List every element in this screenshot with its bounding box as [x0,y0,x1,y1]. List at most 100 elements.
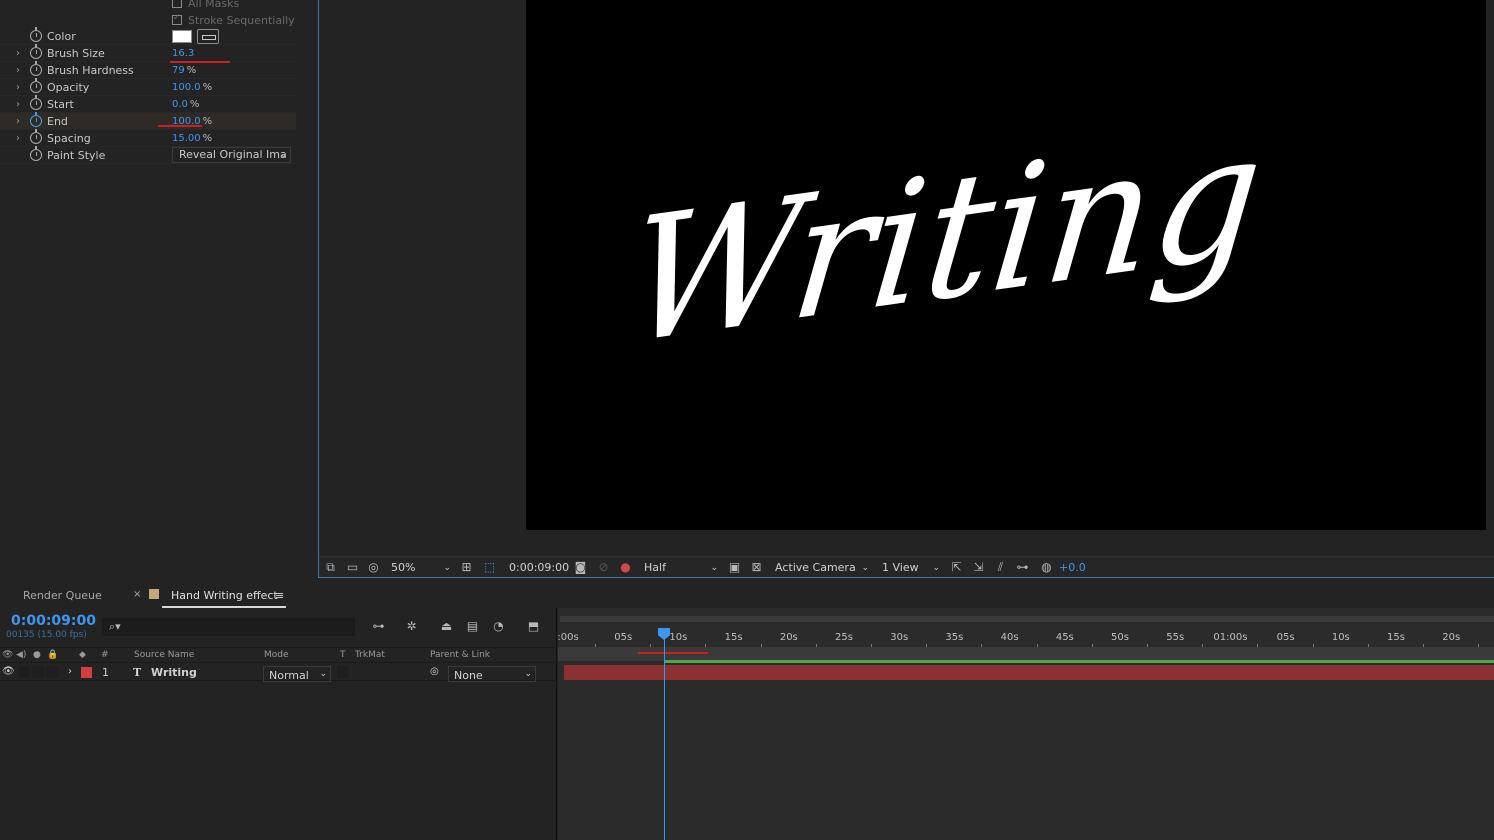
property-value[interactable]: 100.0% [172,82,212,93]
chevron-right-icon[interactable]: › [16,48,20,59]
all-masks-checkbox-row[interactable]: All Masks [172,0,239,11]
property-label: Paint Style [47,148,106,162]
property-label: Brush Size [47,46,105,60]
layer-duration-bar[interactable] [564,665,1494,680]
motion-blur-icon[interactable]: ◔ [492,620,505,633]
stopwatch-icon[interactable] [30,112,42,127]
toggle-pixel-aspect-icon[interactable]: ⇱ [950,561,963,574]
tab-hand-writing-effect[interactable]: Hand Writing effect [171,589,278,602]
layer-label-color[interactable] [81,667,92,678]
transparency-grid-icon[interactable]: ⬚ [483,561,496,574]
audio-icon[interactable]: ◀) [16,650,26,660]
layer-row[interactable]: 👁 › 1 T Writing Normal ⌄ ◎ None ⌄ [0,664,557,682]
property-value[interactable]: 79% [172,65,196,76]
viewer-timecode[interactable]: 0:00:09:00 [509,560,569,576]
color-swatch[interactable] [172,30,192,43]
property-label: Start [47,97,74,111]
pick-whip-icon[interactable]: ◎ [430,666,439,677]
exposure-value[interactable]: +0.0 [1059,560,1089,576]
stopwatch-icon[interactable] [30,61,42,76]
timeline-icon[interactable]: ⫽ [994,561,1007,574]
label-tag-icon[interactable]: ◆ [79,650,86,660]
stopwatch-icon[interactable] [30,27,42,42]
draft-3d-icon[interactable]: ✲ [405,620,418,633]
ruler-tick-label: 15s [1387,632,1405,643]
show-snapshot-icon[interactable]: ⊘ [597,561,610,574]
composition-mini-flowchart-icon[interactable]: ⊶ [372,620,385,633]
parent-dropdown[interactable]: None ⌄ [448,666,536,682]
panel-menu-icon[interactable]: ≡ [275,589,284,602]
chevron-right-icon[interactable]: › [16,65,20,76]
stopwatch-icon[interactable] [30,95,42,110]
ruler-tick-label: 20s [1442,632,1461,643]
chevron-right-icon[interactable]: › [16,133,20,144]
flowchart-icon[interactable]: ⊶ [1016,561,1029,574]
eye-icon[interactable]: 👁 [2,650,13,660]
solo-icon[interactable]: ● [33,650,41,660]
lock-icon[interactable]: 🔒 [47,650,58,660]
grid-guides-icon[interactable]: ⊞ [460,561,473,574]
eyedropper-icon[interactable] [197,29,219,44]
annotation-underline [158,125,202,127]
column-headers: 👁 ◀) ● 🔒 ◆ # Source Name Mode T TrkMat P… [0,647,557,663]
column-source-name[interactable]: Source Name [134,650,194,660]
playhead-line[interactable] [664,628,665,840]
camera-dropdown[interactable]: Active Camera ⌄ [775,560,871,576]
shy-layers-icon[interactable]: ⏏ [440,620,453,633]
ruler-tick-label: 05s [1276,632,1295,643]
color-channels-icon[interactable]: ● [619,561,632,574]
layer-search-input[interactable]: ⌕▾ [102,618,355,636]
magnification-preview-icon[interactable]: ⧉ [324,561,337,574]
ruler-tick-label: 25s [835,632,853,643]
all-masks-checkbox[interactable] [172,0,182,8]
chevron-right-icon[interactable]: › [16,99,20,110]
stopwatch-icon[interactable] [30,78,42,93]
paint-style-dropdown[interactable]: Reveal Original Ima ⌄ [172,147,291,163]
time-graph[interactable]: :00s 05s 10s 15s 20s 25s 30s 35s 40s 45s 50s 55s 01:… [557,608,1494,840]
monitor-icon[interactable]: ▭ [346,561,359,574]
toggle-transparency-icon[interactable]: ⊠ [750,561,763,574]
layer-name[interactable]: Writing [151,666,197,679]
composition-canvas[interactable]: Writing [526,0,1486,530]
stopwatch-icon[interactable] [30,129,42,144]
zoom-dropdown[interactable]: 50% ⌄ [391,560,453,576]
solo-toggle[interactable] [32,666,44,678]
ruler-tick-label: 35s [945,632,964,643]
region-of-interest-icon[interactable]: ▣ [728,561,741,574]
frame-blending-icon[interactable]: ▤ [466,620,479,633]
layer-number: 1 [102,666,109,679]
property-value[interactable]: 15.00% [172,133,212,144]
graph-editor-icon[interactable]: ⬒ [527,620,540,633]
view-layout-dropdown[interactable]: 1 View ⌄ [882,560,942,576]
property-opacity: › Opacity 100.0% [0,78,296,96]
property-label: Spacing [47,131,91,145]
time-ruler[interactable]: :00s 05s 10s 15s 20s 25s 30s 35s 40s 45s 50s 55s 01:… [557,616,1494,652]
tab-render-queue[interactable]: Render Queue [23,589,102,602]
column-mode[interactable]: Mode [264,650,289,660]
stroke-sequentially-checkbox-row[interactable]: Stroke Sequentially [172,12,295,28]
column-parent-link[interactable]: Parent & Link [430,650,490,660]
chevron-right-icon[interactable]: › [16,82,20,93]
property-value[interactable]: 0.0% [172,99,199,110]
current-timecode[interactable]: 0:00:09:00 [11,613,96,629]
resolution-dropdown[interactable]: Half ⌄ [644,560,720,576]
preserve-transparency-toggle[interactable] [337,666,349,678]
mask-visibility-icon[interactable]: ◎ [367,561,380,574]
lock-toggle[interactable] [46,666,58,678]
blend-mode-dropdown[interactable]: Normal ⌄ [263,666,331,682]
reset-exposure-icon[interactable]: ◍ [1040,561,1053,574]
ruler-tick-label: 55s [1166,632,1185,643]
fast-previews-icon[interactable]: ⇲ [972,561,985,574]
layer-list: 0:00:09:00 00135 (15.00 fps) ⌕▾ ⊶ ✲ ⏏ ▤ … [0,608,557,840]
chevron-right-icon[interactable]: › [68,666,72,677]
stopwatch-icon[interactable] [30,146,42,161]
ruler-tick-label: 40s [1000,632,1019,643]
stopwatch-icon[interactable] [30,44,42,59]
eye-icon[interactable]: 👁 [2,666,15,677]
property-value[interactable]: 16.3 [172,48,196,59]
stroke-sequentially-checkbox[interactable] [172,13,182,25]
audio-toggle[interactable] [18,666,30,678]
close-icon[interactable]: × [133,589,141,600]
chevron-right-icon[interactable]: › [16,116,20,127]
camera-snapshot-icon[interactable]: ◙ [574,561,587,574]
